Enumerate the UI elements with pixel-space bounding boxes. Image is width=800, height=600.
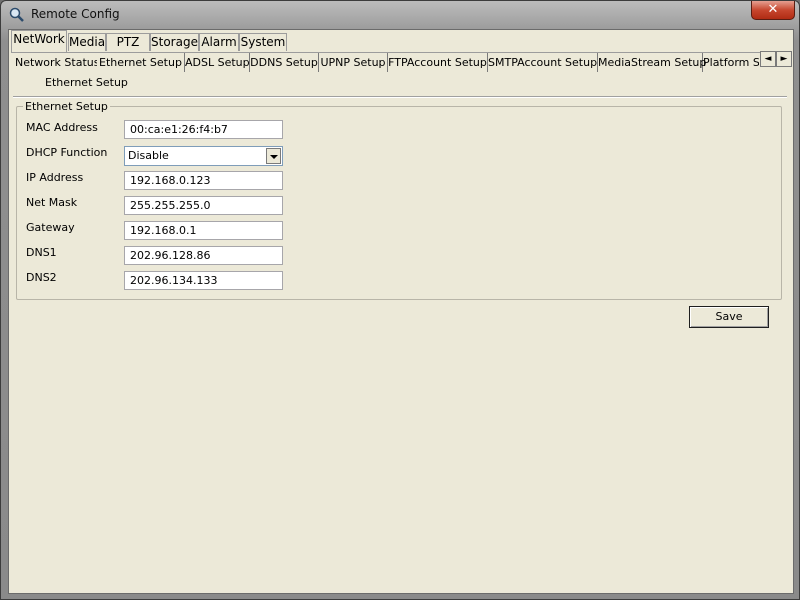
subtab-ddns-setup[interactable]: DDNS Setup xyxy=(250,53,319,72)
chevron-down-icon[interactable] xyxy=(266,148,281,164)
title-bar[interactable]: Remote Config ✕ xyxy=(1,1,799,29)
subtab-adsl-setup[interactable]: ADSL Setup xyxy=(185,53,250,72)
subtab-ethernet-setup[interactable]: Ethernet Setup xyxy=(97,53,185,72)
subtab-label: Platform Se xyxy=(703,56,759,69)
tab-label: Media xyxy=(69,35,106,49)
net-mask-label: Net Mask xyxy=(26,196,78,209)
subtab-mediastream-setup[interactable]: MediaStream Setup xyxy=(598,53,707,72)
subtab-network-status[interactable]: Network Status xyxy=(15,53,100,72)
dns2-field[interactable]: 202.96.134.133 xyxy=(124,271,283,290)
mac-address-field[interactable]: 00:ca:e1:26:f4:b7 xyxy=(124,120,283,139)
separator-line xyxy=(13,96,787,98)
tab-ptz[interactable]: PTZ xyxy=(106,33,150,51)
dns1-field[interactable]: 202.96.128.86 xyxy=(124,246,283,265)
subtab-label: Ethernet Setup xyxy=(99,56,182,69)
tab-media[interactable]: Media xyxy=(68,33,106,51)
close-icon: ✕ xyxy=(767,2,779,17)
tab-system[interactable]: System xyxy=(239,33,287,51)
dns2-label: DNS2 xyxy=(26,271,57,284)
subtab-label: DDNS Setup xyxy=(250,56,318,69)
tab-storage[interactable]: Storage xyxy=(150,33,199,51)
tab-network[interactable]: NetWork xyxy=(11,30,67,52)
client-area: NetWork Media PTZ Storage Alarm System N… xyxy=(8,29,794,594)
tab-label: System xyxy=(240,35,286,49)
dhcp-selected-value: Disable xyxy=(128,149,169,162)
subtab-label: MediaStream Setup xyxy=(598,56,707,69)
save-button[interactable]: Save xyxy=(689,306,769,328)
close-button[interactable]: ✕ xyxy=(751,1,795,20)
gateway-field[interactable]: 192.168.0.1 xyxy=(124,221,283,240)
subtab-upnp-setup[interactable]: UPNP Setup xyxy=(319,53,388,72)
app-icon xyxy=(9,7,24,22)
subtab-platform-setup[interactable]: Platform Se xyxy=(703,53,759,72)
tab-label: PTZ xyxy=(116,35,140,49)
ip-address-label: IP Address xyxy=(26,171,84,184)
subtab-label: Network Status xyxy=(15,56,100,69)
dhcp-function-select[interactable]: Disable xyxy=(124,146,283,166)
window-title: Remote Config xyxy=(31,7,120,21)
dns1-label: DNS1 xyxy=(26,246,57,259)
subtab-ftpaccount-setup[interactable]: FTPAccount Setup xyxy=(388,53,488,72)
page-subtitle: Ethernet Setup xyxy=(45,76,128,89)
net-mask-field[interactable]: 255.255.255.0 xyxy=(124,196,283,215)
group-title: Ethernet Setup xyxy=(23,100,110,113)
subtab-label: UPNP Setup xyxy=(320,56,386,69)
arrow-left-icon: ◄ xyxy=(764,54,772,64)
mac-address-label: MAC Address xyxy=(26,121,98,134)
tab-alarm[interactable]: Alarm xyxy=(199,33,239,51)
tab-label: Storage xyxy=(151,35,198,49)
subtab-label: FTPAccount Setup xyxy=(388,56,487,69)
remote-config-window: Remote Config ✕ NetWork Media PTZ Storag… xyxy=(0,0,800,600)
gateway-label: Gateway xyxy=(26,221,75,234)
ip-address-field[interactable]: 192.168.0.123 xyxy=(124,171,283,190)
subtab-smtpaccount-setup[interactable]: SMTPAccount Setup xyxy=(488,53,598,72)
tab-scroll-right-button[interactable]: ► xyxy=(776,51,792,67)
subtab-label: SMTPAccount Setup xyxy=(488,56,598,69)
subtab-label: ADSL Setup xyxy=(185,56,250,69)
tab-scroll-left-button[interactable]: ◄ xyxy=(760,51,776,67)
tab-label: Alarm xyxy=(201,35,237,49)
tab-label: NetWork xyxy=(13,32,65,46)
arrow-right-icon: ► xyxy=(780,54,788,64)
dhcp-function-label: DHCP Function xyxy=(26,146,108,159)
